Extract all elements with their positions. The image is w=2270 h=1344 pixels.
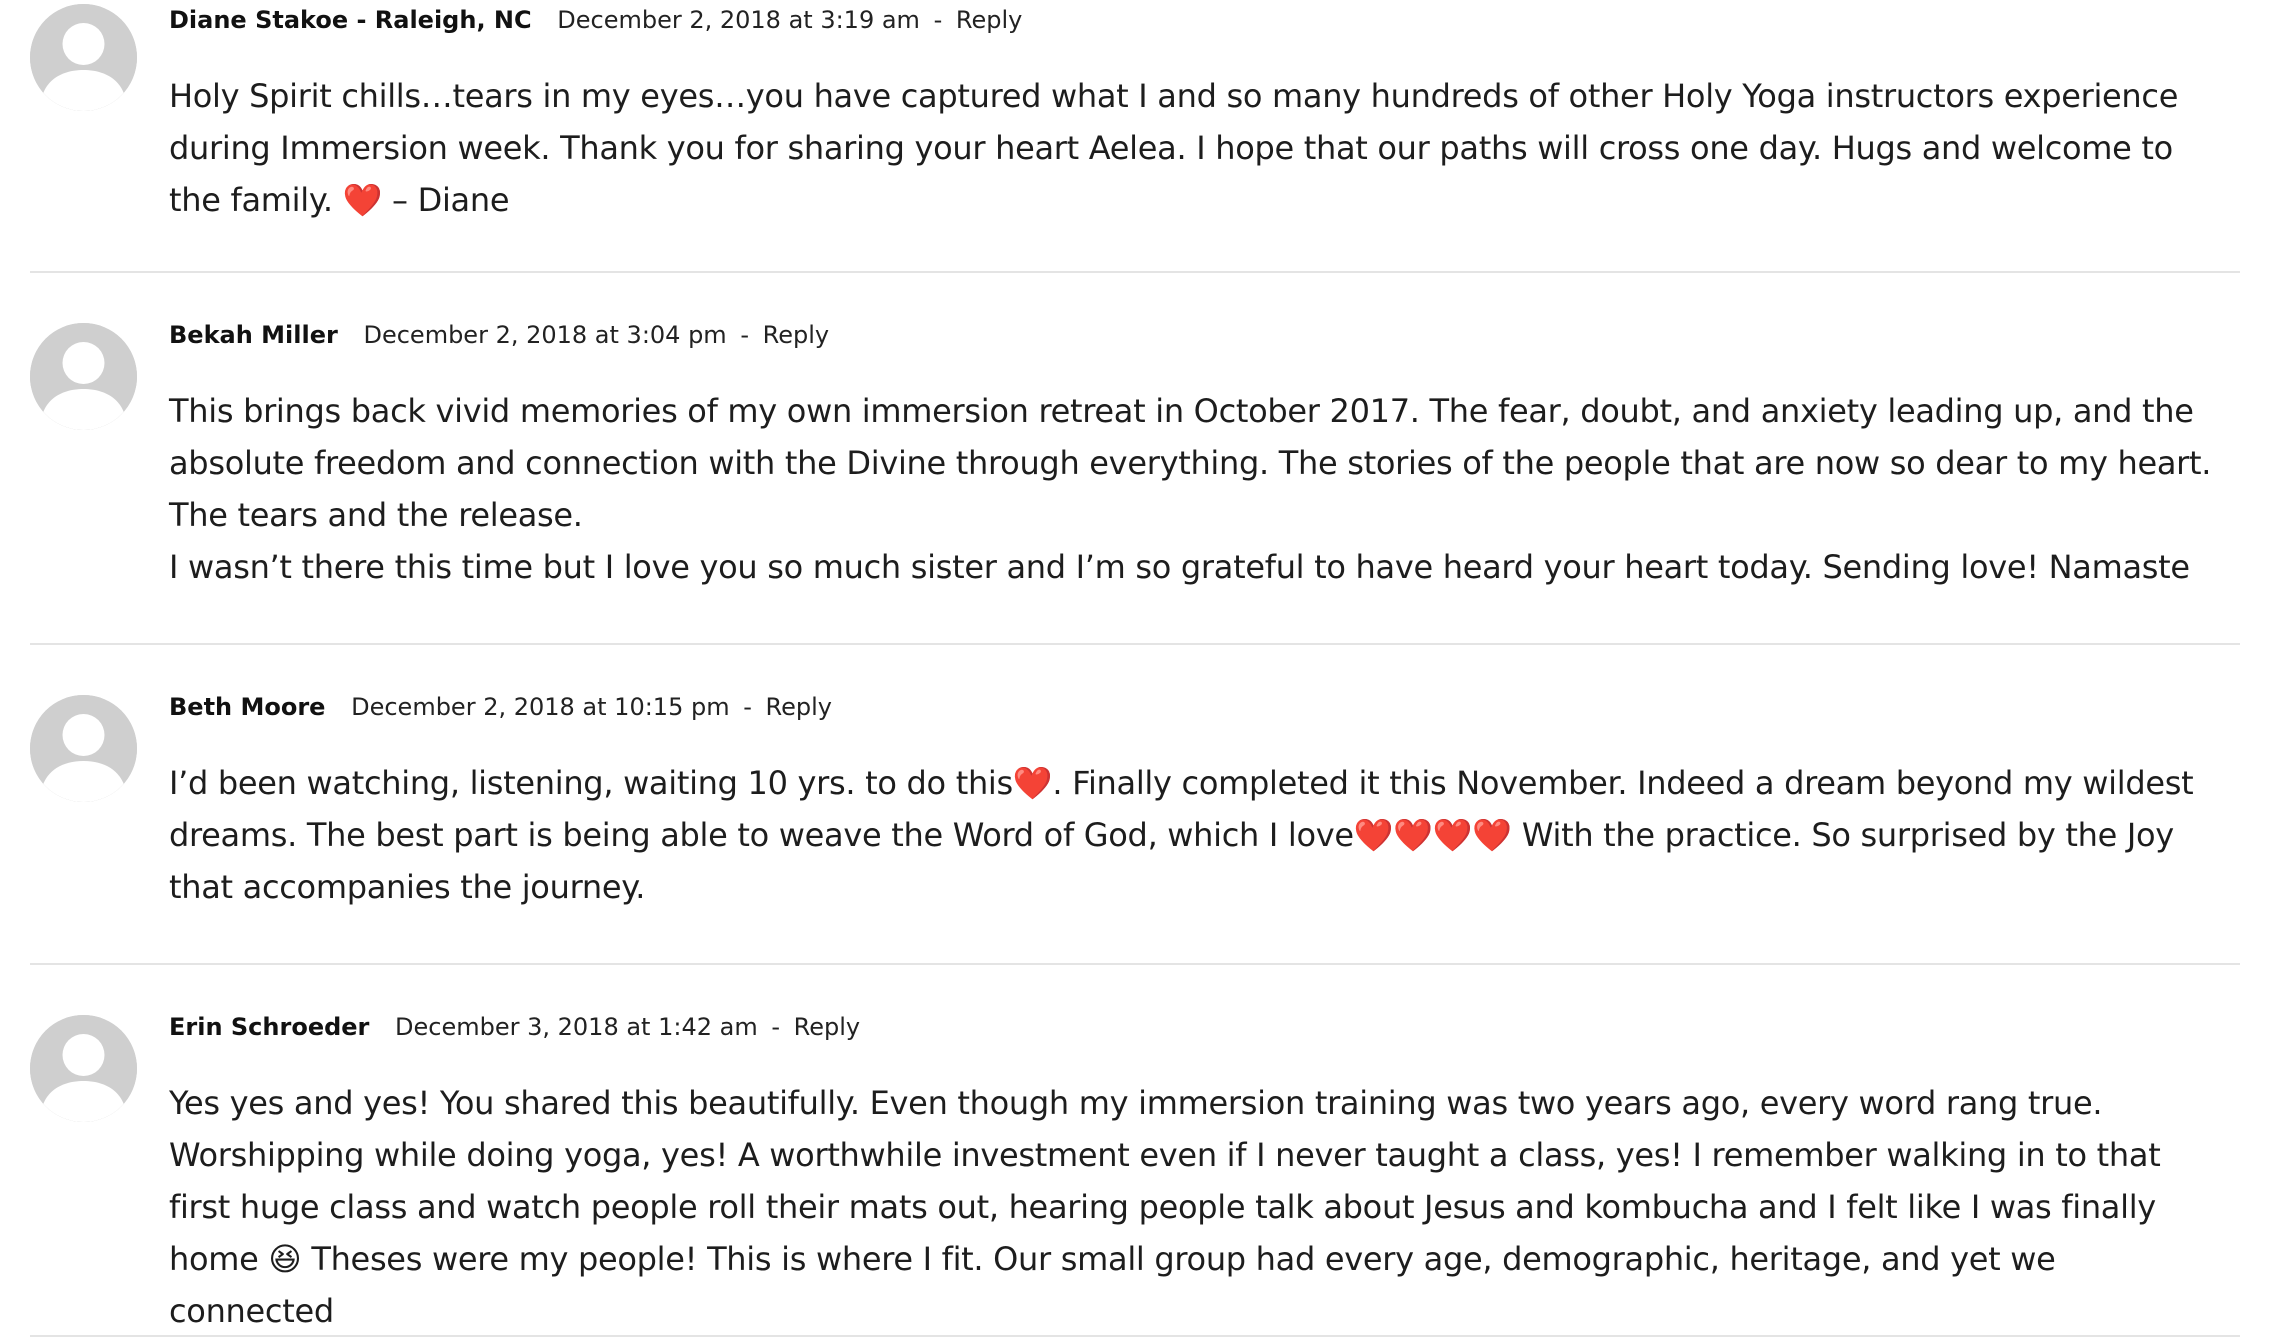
- comment-meta: Erin Schroeder December 3, 2018 at 1:42 …: [169, 1011, 2220, 1043]
- meta-separator: -: [743, 693, 752, 721]
- reply-link[interactable]: Reply: [956, 6, 1022, 34]
- comment-author[interactable]: Erin Schroeder: [169, 1013, 369, 1041]
- comment: Bekah Miller December 2, 2018 at 3:04 pm…: [30, 273, 2240, 645]
- comment: Beth Moore December 2, 2018 at 10:15 pm …: [30, 645, 2240, 965]
- comment-paragraph: I wasn’t there this time but I love you …: [169, 548, 2190, 586]
- comment-author[interactable]: Diane Stakoe - Raleigh, NC: [169, 6, 532, 34]
- comment-date[interactable]: December 2, 2018 at 3:04 pm: [363, 321, 726, 349]
- comment-date[interactable]: December 2, 2018 at 3:19 am: [557, 6, 920, 34]
- reply-link[interactable]: Reply: [794, 1013, 860, 1041]
- comment: Diane Stakoe - Raleigh, NC December 2, 2…: [30, 0, 2240, 273]
- default-user-avatar-icon: [30, 1015, 137, 1122]
- default-user-avatar-icon: [30, 4, 137, 111]
- comment-text: This brings back vivid memories of my ow…: [169, 385, 2220, 593]
- reply-link[interactable]: Reply: [763, 321, 829, 349]
- comment-date[interactable]: December 2, 2018 at 10:15 pm: [351, 693, 729, 721]
- comment-meta: Beth Moore December 2, 2018 at 10:15 pm …: [169, 691, 2220, 723]
- comment-body: Beth Moore December 2, 2018 at 10:15 pm …: [169, 691, 2240, 913]
- comment-date[interactable]: December 3, 2018 at 1:42 am: [395, 1013, 758, 1041]
- comment-body: Bekah Miller December 2, 2018 at 3:04 pm…: [169, 319, 2240, 593]
- comment-meta: Bekah Miller December 2, 2018 at 3:04 pm…: [169, 319, 2220, 351]
- comment-body: Erin Schroeder December 3, 2018 at 1:42 …: [169, 1011, 2240, 1337]
- comment-paragraph: Holy Spirit chills…tears in my eyes…you …: [169, 77, 2179, 219]
- comment-text: Yes yes and yes! You shared this beautif…: [169, 1077, 2220, 1337]
- comment-text: Holy Spirit chills…tears in my eyes…you …: [169, 70, 2220, 226]
- meta-separator: -: [740, 321, 749, 349]
- comment: Erin Schroeder December 3, 2018 at 1:42 …: [30, 965, 2240, 1337]
- reply-link[interactable]: Reply: [766, 693, 832, 721]
- comment-author[interactable]: Bekah Miller: [169, 321, 338, 349]
- default-user-avatar-icon: [30, 695, 137, 802]
- meta-separator: -: [933, 6, 943, 34]
- comment-meta: Diane Stakoe - Raleigh, NC December 2, 2…: [169, 4, 2220, 36]
- comment-list: Diane Stakoe - Raleigh, NC December 2, 2…: [30, 0, 2240, 1337]
- comment-author[interactable]: Beth Moore: [169, 693, 325, 721]
- comment-paragraph: This brings back vivid memories of my ow…: [169, 392, 2212, 534]
- comment-body: Diane Stakoe - Raleigh, NC December 2, 2…: [169, 0, 2240, 226]
- comment-text: I’d been watching, listening, waiting 10…: [169, 757, 2220, 913]
- default-user-avatar-icon: [30, 323, 137, 430]
- comment-paragraph: Yes yes and yes! You shared this beautif…: [169, 1084, 2161, 1330]
- comment-paragraph: I’d been watching, listening, waiting 10…: [169, 764, 2194, 906]
- meta-separator: -: [771, 1013, 781, 1041]
